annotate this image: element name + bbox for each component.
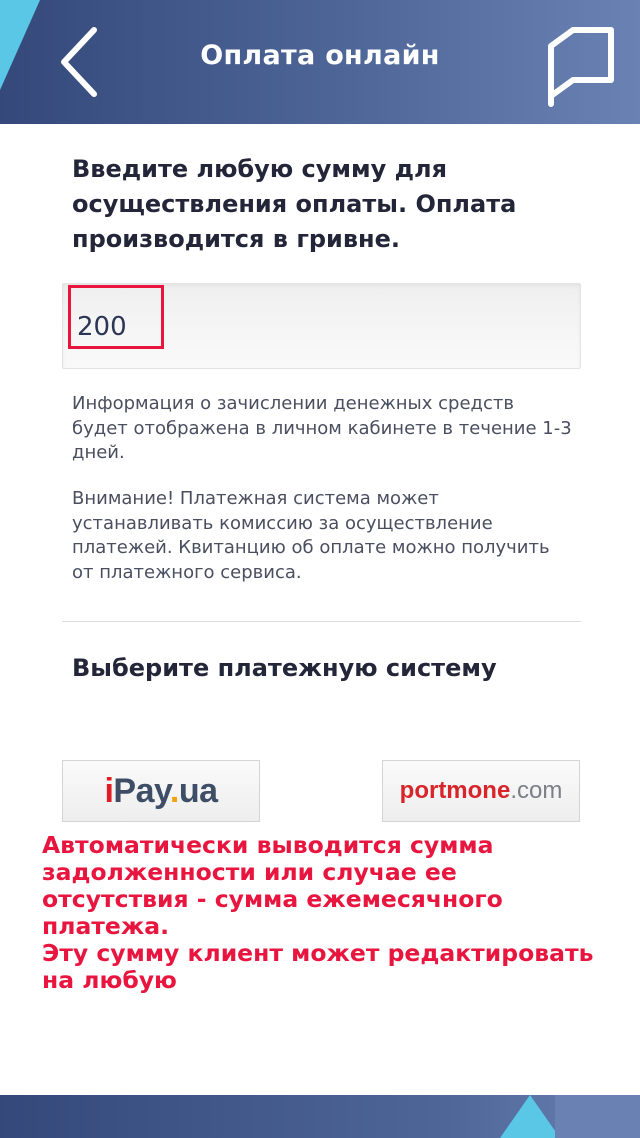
warning-text: Внимание! Платежная система может устана… xyxy=(72,488,550,583)
info-text: Информация о зачислении денежных средств… xyxy=(72,393,572,463)
footer-accent xyxy=(500,1095,560,1138)
ipay-button[interactable]: iPay.ua xyxy=(62,760,260,822)
app-footer xyxy=(0,1095,640,1138)
chat-button[interactable] xyxy=(543,24,617,108)
highlight-box xyxy=(68,285,164,349)
ipay-logo: iPay.ua xyxy=(104,771,218,810)
portmone-button[interactable]: portmone.com xyxy=(382,760,580,822)
annotation-line-1: Автоматически выводится сумма задолженно… xyxy=(42,831,503,940)
instruction-text: Введите любую сумму для осуществления оп… xyxy=(72,155,517,253)
portmone-logo: portmone.com xyxy=(399,777,563,804)
annotation-line-2: Эту сумму клиент может редактировать на … xyxy=(42,939,594,994)
app-header: Оплата онлайн xyxy=(0,0,640,124)
divider xyxy=(62,621,581,622)
section-heading: Выберите платежную систему xyxy=(72,654,497,682)
chat-bubble-icon xyxy=(548,27,614,107)
footer-accent-right xyxy=(555,1095,640,1138)
annotation-note: Автоматически выводится сумма задолженно… xyxy=(42,832,602,994)
